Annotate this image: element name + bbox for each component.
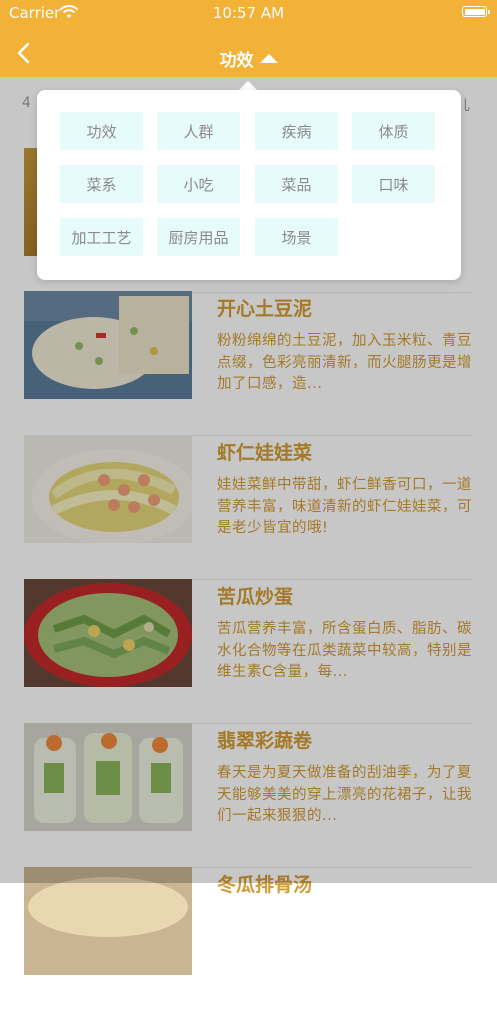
category-chip[interactable]: 体质 xyxy=(352,112,435,150)
status-time: 10:57 AM xyxy=(212,4,285,22)
status-bar: Carrier 10:57 AM xyxy=(0,0,497,26)
category-chip[interactable]: 口味 xyxy=(352,165,435,203)
category-chip[interactable]: 功效 xyxy=(60,112,143,150)
category-chip[interactable]: 加工工艺 xyxy=(60,218,143,256)
category-chip[interactable]: 菜系 xyxy=(60,165,143,203)
nav-title-label: 功效 xyxy=(219,51,254,71)
category-chip[interactable]: 菜品 xyxy=(255,165,338,203)
category-dropdown-button[interactable]: 功效 xyxy=(0,46,497,71)
list-item[interactable]: 冬瓜排骨汤 xyxy=(24,867,473,1011)
category-chip[interactable]: 人群 xyxy=(157,112,240,150)
recipe-thumbnail xyxy=(24,867,192,975)
nav-header: Carrier 10:57 AM 功效 xyxy=(0,0,497,77)
category-chip[interactable]: 小吃 xyxy=(157,165,240,203)
category-chip[interactable]: 场景 xyxy=(255,218,338,256)
category-popover: 功效 人群 疾病 体质 菜系 小吃 菜品 口味 加工工艺 厨房用品 场景 xyxy=(37,90,461,280)
category-chip[interactable]: 疾病 xyxy=(255,112,338,150)
caret-up-icon xyxy=(259,54,278,63)
battery-icon xyxy=(462,6,490,17)
category-chip[interactable]: 厨房用品 xyxy=(157,218,240,256)
